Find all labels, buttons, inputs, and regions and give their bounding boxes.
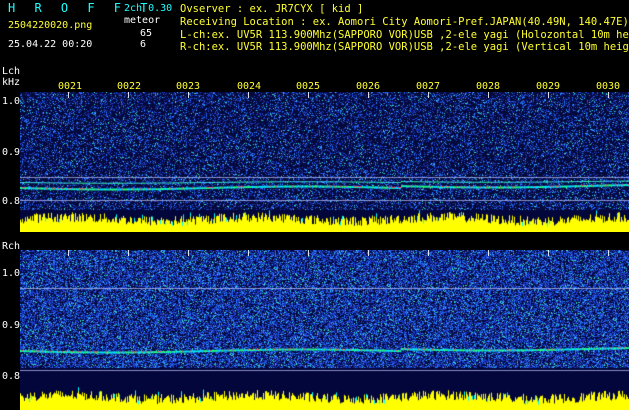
rch-info: R-ch:ex. UV5R 113.900Mhz(SAPPORO VOR)USB… bbox=[180, 41, 629, 53]
observer-info: Ovserver : ex. JR7CYX [ kid ] bbox=[180, 3, 364, 15]
rch-channel-label: Rch bbox=[2, 241, 21, 252]
lch-info: L-ch:ex. UV5R 113.900Mhz(SAPPORO VOR)USB… bbox=[180, 29, 629, 41]
lch-channel-label: Lch bbox=[2, 66, 21, 77]
location-info: Receiving Location : ex. Aomori City Aom… bbox=[180, 16, 629, 28]
lch-freq-tick-0-9: 0.9 bbox=[2, 147, 21, 158]
minute-marker-line bbox=[308, 92, 309, 98]
minute-marker-line bbox=[608, 250, 609, 256]
lch-freq-tick-1-0: 1.0 bbox=[2, 96, 21, 107]
lch-freq-tick-0-8: 0.8 bbox=[2, 196, 21, 207]
time-tick: 0028 bbox=[476, 81, 501, 92]
minute-marker-line bbox=[608, 92, 609, 98]
time-tick: 0024 bbox=[237, 81, 262, 92]
minute-marker-line bbox=[188, 250, 189, 256]
rch-freq-tick-0-9: 0.9 bbox=[2, 320, 21, 331]
minute-marker-line bbox=[428, 92, 429, 98]
filename-label: 2504220020.png bbox=[8, 20, 93, 31]
rch-freq-tick-0-8: 0.8 bbox=[2, 371, 21, 382]
time-tick: 0030 bbox=[596, 81, 621, 92]
time-tick: 0026 bbox=[356, 81, 381, 92]
time-tick: 0025 bbox=[296, 81, 321, 92]
minute-marker-line bbox=[488, 250, 489, 256]
minute-marker-line bbox=[248, 92, 249, 98]
rch-freq-tick-1-0: 1.0 bbox=[2, 268, 21, 279]
time-tick: 0027 bbox=[416, 81, 441, 92]
minute-marker-line bbox=[308, 250, 309, 256]
time-tick: 0023 bbox=[176, 81, 201, 92]
datetime-label: 25.04.22 00:20 bbox=[8, 39, 93, 50]
rch-spectrogram bbox=[20, 250, 629, 410]
minute-marker-line bbox=[488, 92, 489, 98]
minute-marker-line bbox=[188, 92, 189, 98]
minute-marker-line bbox=[548, 92, 549, 98]
minute-marker-line bbox=[368, 250, 369, 256]
mode-label: 2ch 0.30 bbox=[124, 3, 173, 14]
time-tick: 0029 bbox=[536, 81, 561, 92]
minute-marker-line bbox=[548, 250, 549, 256]
time-tick: 0022 bbox=[117, 81, 142, 92]
rch-count: 6 bbox=[140, 39, 147, 50]
minute-marker-line bbox=[428, 250, 429, 256]
time-tick: 0021 bbox=[58, 81, 83, 92]
lch-spectrogram bbox=[20, 92, 629, 232]
minute-marker-line bbox=[128, 250, 129, 256]
minute-marker-line bbox=[368, 92, 369, 98]
lch-unit-label: kHz bbox=[2, 77, 21, 88]
minute-marker-line bbox=[128, 92, 129, 98]
minute-marker-line bbox=[68, 250, 69, 256]
minute-marker-line bbox=[248, 250, 249, 256]
lch-count: 65 bbox=[140, 28, 153, 39]
meteor-label: meteor bbox=[124, 15, 161, 26]
minute-marker-line bbox=[68, 92, 69, 98]
